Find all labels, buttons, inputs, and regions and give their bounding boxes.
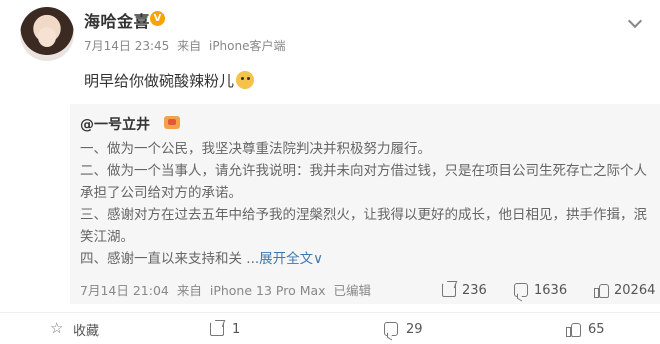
post-text-content: 明早给你做碗酸辣粉儿 bbox=[84, 72, 235, 90]
favorite-button[interactable]: 收藏 bbox=[50, 319, 99, 339]
comment-count: 29 bbox=[406, 321, 423, 337]
repost-footer: 7月14日 21:04 来自 iPhone 13 Pro Max 已编辑 236… bbox=[80, 280, 655, 300]
action-bar: 收藏 1 29 65 bbox=[0, 312, 660, 344]
author-name[interactable]: 海哈金喜 bbox=[84, 8, 150, 32]
favorite-label: 收藏 bbox=[73, 323, 100, 339]
share-icon bbox=[442, 283, 456, 297]
member-badge-icon bbox=[164, 116, 180, 129]
share-button[interactable]: 1 bbox=[210, 319, 240, 339]
post-source: iPhone客户端 bbox=[208, 39, 286, 53]
comment-button[interactable]: 29 bbox=[384, 319, 423, 339]
repost-line: 一、做为一个公民，我坚决尊重法院判决并积极努力履行。 bbox=[80, 141, 431, 157]
repost-share-count: 236 bbox=[462, 282, 487, 298]
doge-emoji-icon bbox=[236, 71, 255, 89]
repost-like-count: 20264 bbox=[614, 282, 656, 298]
share-count: 1 bbox=[232, 321, 241, 337]
repost-body: 一、做为一个公民，我坚决尊重法院判决并积极努力履行。 二、做为一个当事人，请允许… bbox=[80, 138, 650, 270]
expand-chevron-icon[interactable]: ∨ bbox=[313, 251, 323, 267]
repost-meta: 7月14日 21:04 来自 iPhone 13 Pro Max 已编辑 bbox=[80, 280, 375, 299]
thumbs-up-icon bbox=[594, 283, 609, 298]
repost-like-stat[interactable]: 20264 bbox=[594, 280, 655, 300]
share-icon bbox=[210, 322, 224, 336]
repost-comment-stat[interactable]: 1636 bbox=[514, 280, 567, 300]
comment-icon bbox=[384, 322, 398, 336]
repost-line: 二、做为一个当事人，请允许我说明：我并未向对方借过钱，只是在项目公司生死存亡之际… bbox=[80, 163, 647, 201]
star-icon bbox=[50, 319, 65, 337]
repost-source-prefix: 来自 bbox=[176, 283, 202, 298]
post-text: 明早给你做碗酸辣粉儿 bbox=[84, 70, 255, 91]
thumbs-up-icon bbox=[566, 322, 581, 337]
post-date[interactable]: 7月14日 23:45 bbox=[84, 39, 169, 53]
post-meta: 7月14日 23:45 来自 iPhone客户端 bbox=[84, 37, 290, 54]
verified-badge-icon: V bbox=[150, 11, 165, 26]
avatar[interactable] bbox=[20, 7, 74, 61]
like-button[interactable]: 65 bbox=[566, 319, 605, 339]
repost-share-stat[interactable]: 236 bbox=[442, 280, 487, 300]
edited-label[interactable]: 已编辑 bbox=[334, 283, 372, 298]
repost-author[interactable]: @一号立井 bbox=[80, 114, 150, 134]
weibo-post: 海哈金喜 V 7月14日 23:45 来自 iPhone客户端 明早给你做碗酸辣… bbox=[0, 0, 660, 344]
chevron-down-icon[interactable] bbox=[628, 14, 644, 30]
comment-icon bbox=[514, 283, 528, 297]
expand-label[interactable]: 展开全文 bbox=[259, 251, 313, 267]
repost-comment-count: 1636 bbox=[534, 282, 568, 298]
repost-line: 三、感谢对方在过去五年中给予我的涅槃烈火，让我得以更好的成长，他日相见，拱手作揖… bbox=[80, 207, 647, 245]
repost-line-truncated: 四、感谢一直以来支持和关 ... bbox=[80, 251, 260, 267]
repost-date[interactable]: 7月14日 21:04 bbox=[80, 283, 169, 298]
like-count: 65 bbox=[588, 321, 605, 337]
repost-line-last: 四、感谢一直以来支持和关 ...展开全文∨ bbox=[80, 248, 650, 270]
reposted-weibo[interactable]: @一号立井 一、做为一个公民，我坚决尊重法院判决并积极努力履行。 二、做为一个当… bbox=[70, 104, 660, 304]
source-prefix: 来自 bbox=[177, 39, 202, 53]
expand-full-text-link[interactable]: 展开全文∨ bbox=[259, 251, 323, 267]
repost-source: iPhone 13 Pro Max bbox=[209, 283, 326, 298]
